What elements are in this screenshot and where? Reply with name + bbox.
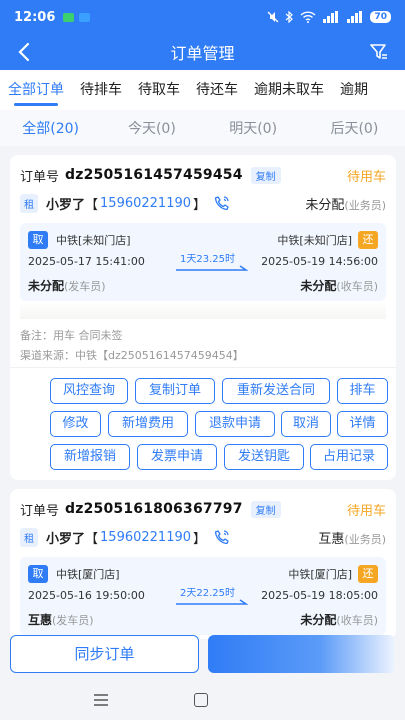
day-filter-tabs: 全部(20) 今天(0) 明天(0) 后天(0) [0,110,405,146]
return-store: 中铁[厦门店] [288,568,352,581]
order-no-label: 订单号 [20,169,60,185]
sync-orders-button[interactable]: 同步订单 [10,635,199,673]
bluetooth-icon [286,11,294,23]
order-card: 订单号 dz2505161806367797 复制 待用车 租 小罗了 【 15… [10,489,396,639]
trip-info: 取 中铁[未知门店] 中铁[未知门店] 还 2025-05-17 15:41:0… [20,223,386,301]
pickup-time: 2025-05-17 15:41:00 [28,255,145,268]
pickup-store: 中铁[未知门店] [56,234,131,247]
trip-info: 取 中铁[厦门店] 中铁[厦门店] 还 2025-05-16 19:50:00 … [20,557,386,635]
receiver: 未分配(收车员) [300,613,378,627]
navbar: 订单管理 [0,34,405,70]
divider [10,367,396,368]
status-icons: 70 [267,11,391,23]
rental-type-tag: 租 [20,527,38,547]
details-button[interactable]: 详情 [337,411,388,437]
menu-icon[interactable] [94,694,108,706]
filter-icon[interactable] [369,42,389,62]
wechat-icon [63,12,75,22]
refund-request-button[interactable]: 退款申请 [195,411,275,437]
add-reimbursement-button[interactable]: 新增报销 [50,444,130,470]
resend-contract-button[interactable]: 重新发送合同 [222,378,330,404]
customer-name: 小罗了 [46,197,86,213]
salesperson: 未分配(业务员) [305,197,386,213]
day-tab-all[interactable]: 全部(20) [0,118,101,138]
return-tag: 还 [358,565,378,583]
return-tag: 还 [358,231,378,249]
order-number: dz2505161806367797 [65,501,243,517]
sender: 互惠(发车员) [28,613,94,627]
customer-phone[interactable]: 15960221190 [100,530,191,545]
system-navigation-bar [0,680,405,720]
order-remark: 备注：用车 合同未签 [20,329,123,342]
salesperson: 互惠(业务员) [318,531,386,547]
pickup-tag: 取 [28,231,48,249]
duration-arrow-icon [176,265,248,271]
rental-type-tag: 租 [20,193,38,213]
order-status-tabs: 全部订单 待排车 待取车 待还车 逾期未取车 逾期 [0,70,405,110]
tab-pending-return[interactable]: 待还车 [188,70,246,110]
cancel-button[interactable]: 取消 [281,411,331,437]
occupancy-record-button[interactable]: 占用记录 [310,444,388,470]
receiver: 未分配(收车员) [300,279,378,293]
signal-icon [323,11,339,23]
return-time: 2025-05-19 18:05:00 [261,589,378,602]
tab-overdue-not-picked[interactable]: 逾期未取车 [246,70,332,110]
tab-pending-dispatch[interactable]: 待排车 [72,70,130,110]
order-number: dz2505161457459454 [65,167,243,183]
separator-band [20,305,386,319]
order-no-label: 订单号 [20,503,60,519]
status-bar: 12:06 70 [0,0,405,34]
phone-call-icon[interactable] [214,529,230,545]
copy-order-button[interactable]: 复制订单 [135,378,215,404]
mute-icon [268,11,279,23]
day-tab-day-after[interactable]: 后天(0) [304,118,405,138]
wifi-icon [300,11,316,23]
rental-duration: 2天22.25时 [180,588,235,599]
customer-name: 小罗了 [46,531,86,547]
return-store: 中铁[未知门店] [277,234,352,247]
order-status: 待用车 [346,503,386,519]
back-arrow-icon[interactable] [14,40,36,64]
add-fee-button[interactable]: 新增费用 [108,411,188,437]
pickup-store: 中铁[厦门店] [56,568,120,581]
day-tab-tomorrow[interactable]: 明天(0) [203,118,304,138]
battery-indicator: 70 [370,11,391,23]
phone-call-icon[interactable] [214,195,230,211]
order-card: 订单号 dz2505161457459454 复制 待用车 租 小罗了 【 15… [10,155,396,480]
edit-button[interactable]: 修改 [50,411,101,437]
page-title: 订单管理 [170,44,235,63]
message-icon [79,12,91,22]
invoice-request-button[interactable]: 发票申请 [137,444,217,470]
dispatch-button[interactable]: 排车 [337,378,388,404]
copy-button[interactable]: 复制 [250,500,281,518]
customer-phone[interactable]: 15960221190 [100,196,191,211]
status-time: 12:06 [14,9,56,25]
tab-pending-pickup[interactable]: 待取车 [130,70,188,110]
home-icon[interactable] [194,693,208,707]
return-time: 2025-05-19 14:56:00 [261,255,378,268]
pickup-time: 2025-05-16 19:50:00 [28,589,145,602]
order-status: 待用车 [346,169,386,185]
signal-icon-2 [347,11,363,23]
tab-overdue[interactable]: 逾期 [332,70,376,110]
pickup-tag: 取 [28,565,48,583]
tab-all-orders[interactable]: 全部订单 [0,70,72,110]
copy-button[interactable]: 复制 [250,166,281,184]
rental-duration: 1天23.25时 [180,254,235,265]
primary-action-button[interactable] [208,635,395,673]
day-tab-today[interactable]: 今天(0) [101,118,202,138]
channel-source: 渠道来源：中铁【dz2505161457459454】 [20,349,244,362]
sender: 未分配(发车员) [28,279,106,293]
duration-arrow-icon [176,599,248,605]
risk-check-button[interactable]: 风控查询 [50,378,128,404]
send-key-button[interactable]: 发送钥匙 [224,444,304,470]
